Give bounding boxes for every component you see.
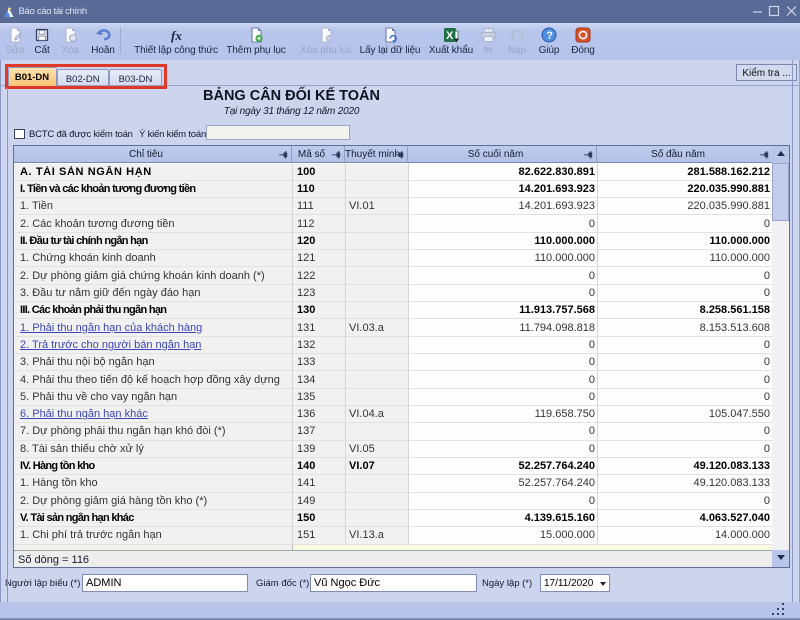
svg-text:fx: fx <box>171 28 182 43</box>
